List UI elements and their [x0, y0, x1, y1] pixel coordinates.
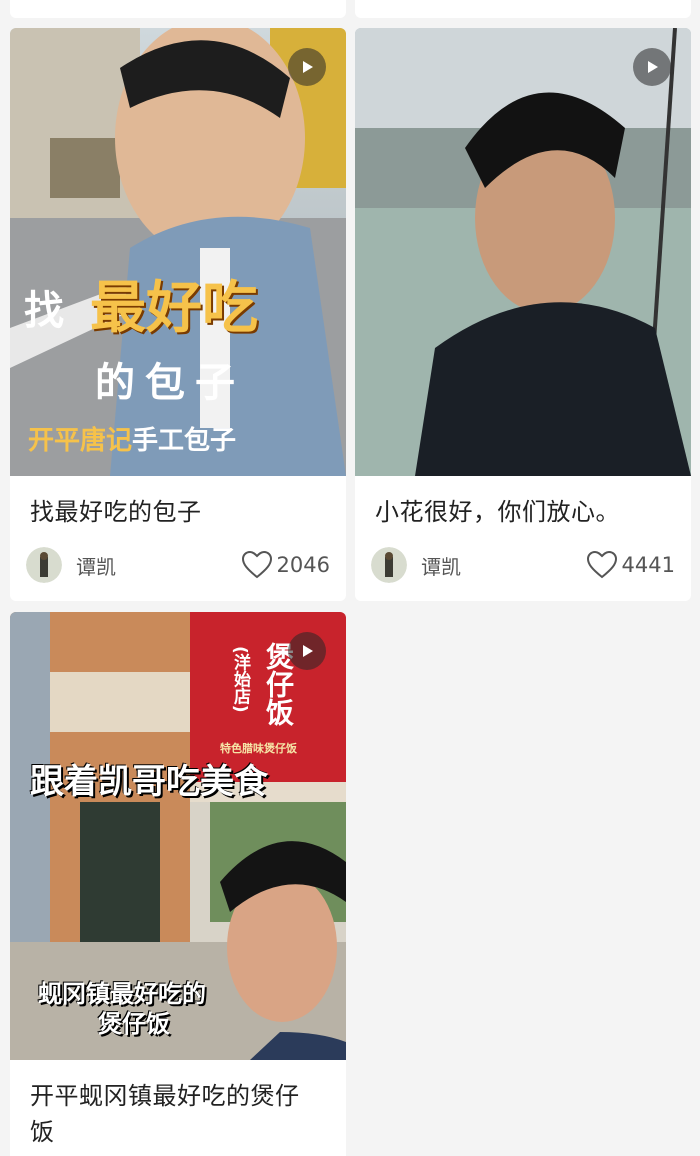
play-badge: [633, 48, 671, 86]
card-title[interactable]: 开平蚬冈镇最好吃的煲仔饭: [10, 1060, 320, 1150]
overlay-text-line3: 开平唐记手工包子: [28, 420, 236, 457]
overlay-shop-name: 开平唐记: [28, 426, 133, 456]
video-thumbnail[interactable]: 煲仔饭 (洋始店) 特色腊味煲仔饭 跟着凯哥吃美食 蚬冈镇最好吃的 煲仔饭: [10, 612, 346, 1060]
author-name[interactable]: 谭凯: [421, 551, 461, 580]
play-icon: [648, 61, 658, 73]
like-button[interactable]: 4441: [586, 550, 675, 580]
video-card[interactable]: 煲仔饭 (洋始店) 特色腊味煲仔饭 跟着凯哥吃美食 蚬冈镇最好吃的 煲仔饭 开平…: [10, 612, 346, 1156]
avatar[interactable]: [371, 547, 407, 583]
avatar[interactable]: [26, 547, 62, 583]
previous-card-bottom-left: [10, 0, 346, 18]
play-badge: [288, 632, 326, 670]
video-card[interactable]: 找 最好吃 的包子 开平唐记手工包子 找最好吃的包子 谭凯 2046: [10, 28, 346, 601]
play-icon: [303, 645, 313, 657]
sign-branch-text: (洋始店): [230, 646, 250, 713]
overlay-headline: 跟着凯哥吃美食: [30, 762, 268, 802]
video-thumbnail[interactable]: [355, 28, 691, 476]
video-thumbnail[interactable]: 找 最好吃 的包子 开平唐记手工包子: [10, 28, 346, 476]
card-meta: 谭凯 2046: [26, 545, 330, 585]
overlay-caption-line2: 煲仔饭: [98, 1010, 170, 1038]
thumbnail-scene-window-view: [355, 28, 691, 476]
card-meta: 谭凯 4441: [371, 545, 675, 585]
card-title[interactable]: 找最好吃的包子: [10, 476, 346, 530]
author-name[interactable]: 谭凯: [76, 551, 116, 580]
overlay-shop-desc: 手工包子: [132, 426, 237, 456]
card-title[interactable]: 小花很好，你们放心。: [355, 476, 691, 530]
play-icon: [303, 61, 313, 73]
avatar-icon: [371, 547, 407, 583]
overlay-text-main: 最好吃: [90, 276, 258, 341]
heart-outline-icon: [586, 550, 617, 579]
like-count: 4441: [621, 553, 675, 577]
heart-outline-icon: [241, 550, 272, 579]
like-count: 2046: [276, 553, 330, 577]
video-card[interactable]: 小花很好，你们放心。 谭凯 4441: [355, 28, 691, 601]
overlay-text-prefix: 找: [24, 288, 64, 334]
thumbnail-scene-street: [10, 28, 346, 476]
overlay-text-line2: 的包子: [95, 360, 245, 406]
previous-card-bottom-right: [355, 0, 691, 18]
like-button[interactable]: 2046: [241, 550, 330, 580]
play-badge: [288, 48, 326, 86]
avatar-icon: [26, 547, 62, 583]
